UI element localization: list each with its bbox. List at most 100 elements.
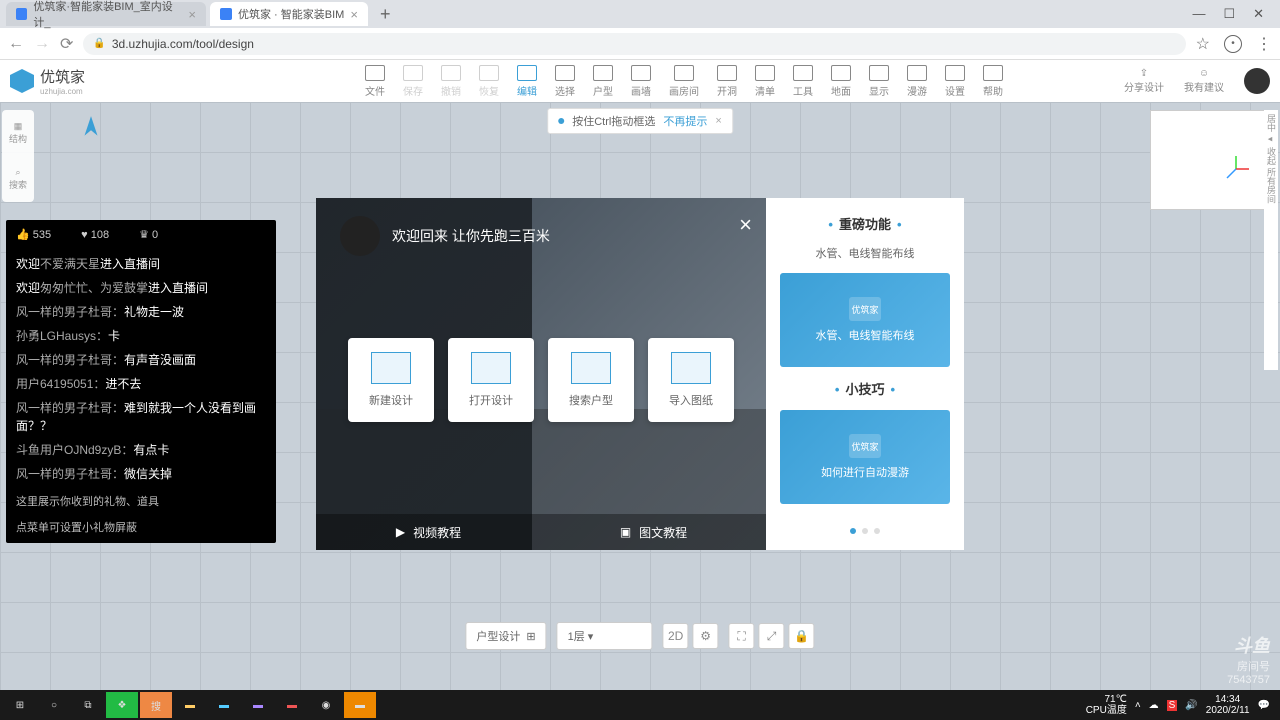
cpu-temp: 71℃CPU温度 [1086, 694, 1127, 716]
tool-漫游[interactable]: 漫游 [907, 65, 927, 98]
feature-thumb-1[interactable]: 优筑家 水管、电线智能布线 [780, 273, 950, 367]
close-icon[interactable]: × [350, 7, 358, 22]
action-card-搜索户型[interactable]: 搜索户型 [548, 338, 634, 422]
tool-显示[interactable]: 显示 [869, 65, 889, 98]
tip-dismiss-link[interactable]: 不再提示 [663, 113, 707, 129]
notifications-icon[interactable]: 💬 [1258, 700, 1270, 711]
star-icon[interactable]: ☆ [1196, 34, 1210, 54]
chat-line: 风一样的男子杜哥：有声音没画面 [16, 351, 266, 369]
fit-icon[interactable]: ⛶ [729, 623, 755, 649]
tool-icon [365, 65, 385, 81]
url-input[interactable]: 🔒 3d.uzhujia.com/tool/design [83, 33, 1185, 55]
modal-close-button[interactable]: × [739, 212, 752, 238]
rail-search[interactable]: ⌕搜索 [2, 156, 34, 202]
action-card-新建设计[interactable]: 新建设计 [348, 338, 434, 422]
browser-tab-1[interactable]: 优筑家 · 智能家装BIM × [210, 2, 368, 26]
input-icon[interactable]: S [1167, 700, 1178, 711]
mode-select[interactable]: 户型设计 ⊞ [465, 622, 546, 650]
forward-button[interactable]: → [34, 35, 50, 53]
tool-地面[interactable]: 地面 [831, 65, 851, 98]
tool-清单[interactable]: 清单 [755, 65, 775, 98]
card-icon [671, 352, 711, 384]
tool-编辑[interactable]: 编辑 [517, 65, 537, 98]
chat-line: 欢迎匆匆忙忙、为爱鼓掌进入直播间 [16, 279, 266, 297]
app-icon[interactable]: ▬ [208, 692, 240, 718]
windows-taskbar: ⊞ ○ ⧉ ❖ 搜 ▬ ▬ ▬ ▬ ◉ ▬ 71℃CPU温度 ˄ ☁ S 🔊 1… [0, 690, 1280, 720]
new-tab-button[interactable]: + [372, 4, 399, 25]
action-card-打开设计[interactable]: 打开设计 [448, 338, 534, 422]
close-window-icon[interactable]: ✕ [1253, 6, 1264, 22]
mini-viewport[interactable] [1150, 110, 1270, 210]
tool-恢复[interactable]: 恢复 [479, 65, 499, 98]
tray-icon[interactable]: ˄ [1135, 700, 1141, 711]
tool-帮助[interactable]: 帮助 [983, 65, 1003, 98]
maximize-icon[interactable]: ☐ [1223, 6, 1235, 22]
rail-structure[interactable]: ▦结构 [2, 110, 34, 156]
user-avatar[interactable] [1244, 68, 1270, 94]
taskview-icon[interactable]: ⧉ [72, 692, 104, 718]
explorer-icon[interactable]: ▬ [174, 692, 206, 718]
minimize-icon[interactable]: — [1192, 6, 1205, 22]
url-text: 3d.uzhujia.com/tool/design [112, 37, 254, 51]
zoom-icon[interactable]: ⤢ [759, 623, 785, 649]
video-tutorial-button[interactable]: ▶ 视频教程 [316, 524, 541, 541]
feature-title: 重磅功能 [780, 214, 950, 233]
app-icon[interactable]: ▬ [344, 692, 376, 718]
tool-icon [593, 65, 613, 81]
structure-icon: ▦ [14, 121, 23, 132]
close-icon[interactable]: × [715, 115, 721, 127]
tool-开洞[interactable]: 开洞 [717, 65, 737, 98]
tool-icon [831, 65, 851, 81]
settings-icon[interactable]: ⚙ [693, 623, 719, 649]
right-rail[interactable]: 居中 ◂ 收起 所有房间 [1264, 110, 1278, 370]
tool-户型[interactable]: 户型 [593, 65, 613, 98]
address-bar: ← → ⟳ 🔒 3d.uzhujia.com/tool/design ☆ • ⋮ [0, 28, 1280, 60]
back-button[interactable]: ← [8, 35, 24, 53]
menu-icon[interactable]: ⋮ [1256, 34, 1272, 54]
design-canvas[interactable]: ▦结构 ⌕搜索 按住Ctrl拖动框选 不再提示 × 居中 ◂ 收起 所有房间 👍… [0, 102, 1280, 690]
chat-footer-1: 这里展示你收到的礼物、道具 [16, 493, 266, 509]
tool-保存[interactable]: 保存 [403, 65, 423, 98]
tool-设置[interactable]: 设置 [945, 65, 965, 98]
app-icon[interactable]: ❖ [106, 692, 138, 718]
tool-画墙[interactable]: 画墙 [631, 65, 651, 98]
start-button[interactable]: ⊞ [4, 692, 36, 718]
feedback-button[interactable]: ☺ 我有建议 [1184, 68, 1224, 94]
app-icon[interactable]: ▬ [276, 692, 308, 718]
modal-sidebar: 重磅功能 水管、电线智能布线 优筑家 水管、电线智能布线 小技巧 优筑家 如何进… [766, 198, 964, 550]
lock-icon[interactable]: 🔒 [789, 623, 815, 649]
tray-icon[interactable]: ☁ [1149, 700, 1159, 711]
reload-button[interactable]: ⟳ [60, 34, 73, 54]
modal-hero: 欢迎回来 让你先跑三百米 × 新建设计打开设计搜索户型导入图纸 ▶ 视频教程 ▣… [316, 198, 766, 550]
app-icon[interactable]: ▬ [242, 692, 274, 718]
tool-icon [755, 65, 775, 81]
tool-画房间[interactable]: 画房间 [669, 65, 699, 98]
chat-line: 欢迎不爱满天星进入直播间 [16, 255, 266, 273]
cortana-icon[interactable]: ○ [38, 692, 70, 718]
tool-工具[interactable]: 工具 [793, 65, 813, 98]
action-card-导入图纸[interactable]: 导入图纸 [648, 338, 734, 422]
close-icon[interactable]: × [188, 7, 196, 22]
tool-icon [403, 65, 423, 81]
app-icon[interactable]: 搜 [140, 692, 172, 718]
volume-icon[interactable]: 🔊 [1185, 700, 1197, 711]
tool-icon [441, 65, 461, 81]
floor-select[interactable]: 1层 ▾ [557, 622, 653, 650]
2d-button[interactable]: 2D [663, 623, 689, 649]
browser-tab-0[interactable]: 优筑家·智能家装BIM_室内设计_ × [6, 2, 206, 26]
welcome-modal: 欢迎回来 让你先跑三百米 × 新建设计打开设计搜索户型导入图纸 ▶ 视频教程 ▣… [316, 198, 964, 550]
favicon-icon [16, 8, 27, 20]
tool-撤销[interactable]: 撤销 [441, 65, 461, 98]
clock[interactable]: 14:342020/2/11 [1206, 694, 1250, 716]
carousel-dots[interactable] [780, 528, 950, 534]
tool-icon [631, 65, 651, 81]
app-logo[interactable]: 优筑家 uzhujia.com [10, 66, 85, 96]
profile-icon[interactable]: • [1224, 35, 1242, 53]
doc-tutorial-button[interactable]: ▣ 图文教程 [541, 524, 766, 541]
feature-thumb-2[interactable]: 优筑家 如何进行自动漫游 [780, 410, 950, 504]
tool-文件[interactable]: 文件 [365, 65, 385, 98]
share-button[interactable]: ⇪ 分享设计 [1124, 68, 1164, 94]
tool-选择[interactable]: 选择 [555, 65, 575, 98]
view-toolbar: 户型设计 ⊞ 1层 ▾ 2D ⚙ ⛶ ⤢ 🔒 [465, 622, 814, 650]
chrome-icon[interactable]: ◉ [310, 692, 342, 718]
